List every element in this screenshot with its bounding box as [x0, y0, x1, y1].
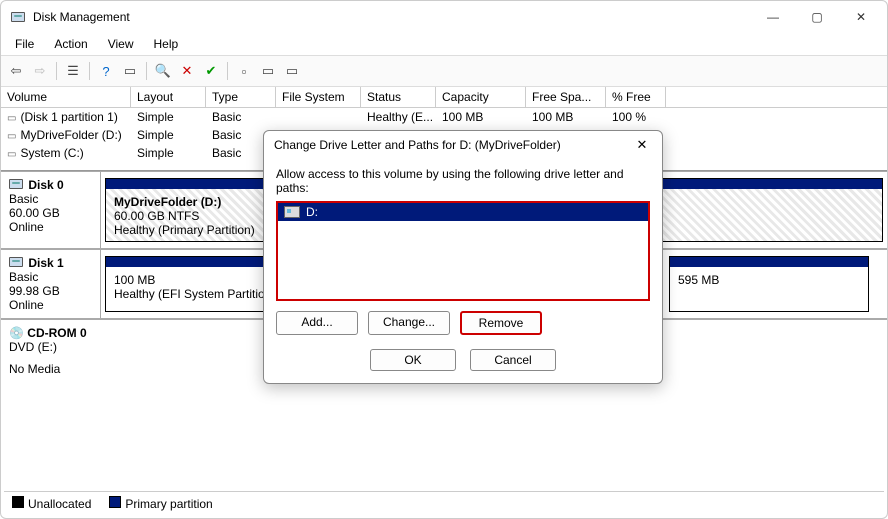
partition[interactable]: 595 MB	[669, 256, 869, 312]
volume-name: MyDriveFolder (D:)	[20, 128, 121, 142]
drive-path-item[interactable]: D:	[278, 203, 648, 221]
col-type[interactable]: Type	[206, 87, 276, 107]
disk-label[interactable]: 💿 CD-ROM 0 DVD (E:) No Media	[1, 320, 101, 382]
drive-icon	[284, 206, 300, 218]
col-volume[interactable]: Volume	[1, 87, 131, 107]
minimize-button[interactable]: —	[751, 3, 795, 31]
app-icon	[11, 9, 27, 25]
delete-icon[interactable]: ✕	[176, 60, 198, 82]
dialog-close-button[interactable]: ✕	[632, 137, 652, 153]
col-file-system[interactable]: File System	[276, 87, 361, 107]
cancel-button[interactable]: Cancel	[470, 349, 556, 371]
show-hide-icon[interactable]: ☰	[62, 60, 84, 82]
add-button[interactable]: Add...	[276, 311, 358, 335]
disk-label[interactable]: Disk 1 Basic 99.98 GB Online	[1, 250, 101, 318]
disk-icon	[9, 257, 23, 267]
toolbar: ⇦ ⇨ ☰ ? ▭ 🔍 ✕ ✔ ▫ ▭ ▭	[1, 55, 887, 87]
menu-view[interactable]: View	[100, 35, 142, 53]
volume-grid-header: Volume Layout Type File System Status Ca…	[1, 87, 887, 108]
window-title: Disk Management	[33, 10, 130, 24]
volume-name: System (C:)	[20, 146, 83, 160]
swatch-primary	[109, 496, 121, 508]
settings-icon[interactable]: ▭	[119, 60, 141, 82]
col-free-space[interactable]: Free Spa...	[526, 87, 606, 107]
help-icon[interactable]: ?	[95, 60, 117, 82]
menu-file[interactable]: File	[7, 35, 42, 53]
volume-icon: ▭	[7, 113, 16, 124]
menu-help[interactable]: Help	[146, 35, 187, 53]
volume-icon: ▭	[7, 131, 16, 142]
disk-icon	[9, 179, 23, 189]
forward-icon[interactable]: ⇨	[29, 60, 51, 82]
table-row[interactable]: ▭(Disk 1 partition 1) Simple Basic Healt…	[1, 108, 887, 126]
title-bar: Disk Management — ▢ ✕	[1, 1, 887, 33]
col-capacity[interactable]: Capacity	[436, 87, 526, 107]
format-icon[interactable]: ▭	[257, 60, 279, 82]
partition[interactable]: 100 MB Healthy (EFI System Partitio	[105, 256, 275, 312]
swatch-unallocated	[12, 496, 24, 508]
col-status[interactable]: Status	[361, 87, 436, 107]
col-layout[interactable]: Layout	[131, 87, 206, 107]
drive-paths-listbox[interactable]: D:	[276, 201, 650, 301]
change-button[interactable]: Change...	[368, 311, 450, 335]
properties-icon[interactable]: 🔍	[152, 60, 174, 82]
dialog-title: Change Drive Letter and Paths for D: (My…	[274, 138, 561, 152]
back-icon[interactable]: ⇦	[5, 60, 27, 82]
list-icon[interactable]: ▭	[281, 60, 303, 82]
volume-name: (Disk 1 partition 1)	[20, 110, 117, 124]
menu-bar: File Action View Help	[1, 33, 887, 55]
remove-button[interactable]: Remove	[460, 311, 542, 335]
ok-button[interactable]: OK	[370, 349, 456, 371]
disk-label[interactable]: Disk 0 Basic 60.00 GB Online	[1, 172, 101, 248]
volume-icon: ▭	[7, 149, 16, 160]
change-drive-letter-dialog: Change Drive Letter and Paths for D: (My…	[263, 130, 663, 384]
menu-action[interactable]: Action	[46, 35, 95, 53]
dialog-instruction: Allow access to this volume by using the…	[276, 167, 650, 195]
refresh-icon[interactable]: ✔	[200, 60, 222, 82]
new-icon[interactable]: ▫	[233, 60, 255, 82]
legend: Unallocated Primary partition	[4, 491, 884, 515]
close-button[interactable]: ✕	[839, 3, 883, 31]
maximize-button[interactable]: ▢	[795, 3, 839, 31]
col-percent-free[interactable]: % Free	[606, 87, 666, 107]
